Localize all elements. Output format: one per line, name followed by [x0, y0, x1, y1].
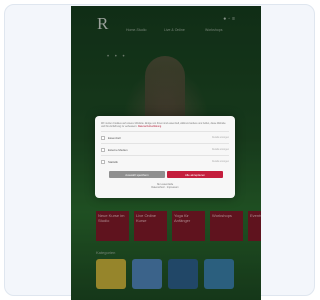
- cookie-option-external-media[interactable]: Externe Medien Details anzeigen: [101, 143, 229, 155]
- cookie-option-statistics[interactable]: Statistik Details anzeigen: [101, 155, 229, 167]
- site-screenshot: R Home-Studio Live & Online Workshops ●◦…: [71, 6, 261, 300]
- cookie-intro: Wir nutzen Cookies auf unserer Website. …: [101, 122, 229, 128]
- option-label: Essenziell: [108, 135, 121, 140]
- details-link[interactable]: Details anzeigen: [212, 161, 229, 163]
- imprint-links[interactable]: Datenschutz · Impressum: [101, 186, 229, 189]
- details-link[interactable]: Details anzeigen: [212, 149, 229, 151]
- option-label: Statistik: [108, 159, 118, 164]
- option-label: Externe Medien: [108, 147, 128, 152]
- cookie-option-essential[interactable]: Essenziell Details anzeigen: [101, 131, 229, 143]
- save-selection-button[interactable]: Auswahl speichern: [109, 171, 165, 178]
- cookie-intro-text: Wir nutzen Cookies auf unserer Website. …: [101, 122, 226, 128]
- privacy-link[interactable]: Datenschutzerklärung: [138, 125, 161, 128]
- accept-all-button[interactable]: Alle akzeptieren: [167, 171, 223, 178]
- checkbox-external-media[interactable]: [101, 147, 105, 152]
- checkbox-statistics[interactable]: [101, 159, 105, 164]
- details-link[interactable]: Details anzeigen: [212, 137, 229, 139]
- checkbox-essential[interactable]: [101, 135, 105, 140]
- cookie-consent-dialog: Wir nutzen Cookies auf unserer Website. …: [95, 116, 235, 198]
